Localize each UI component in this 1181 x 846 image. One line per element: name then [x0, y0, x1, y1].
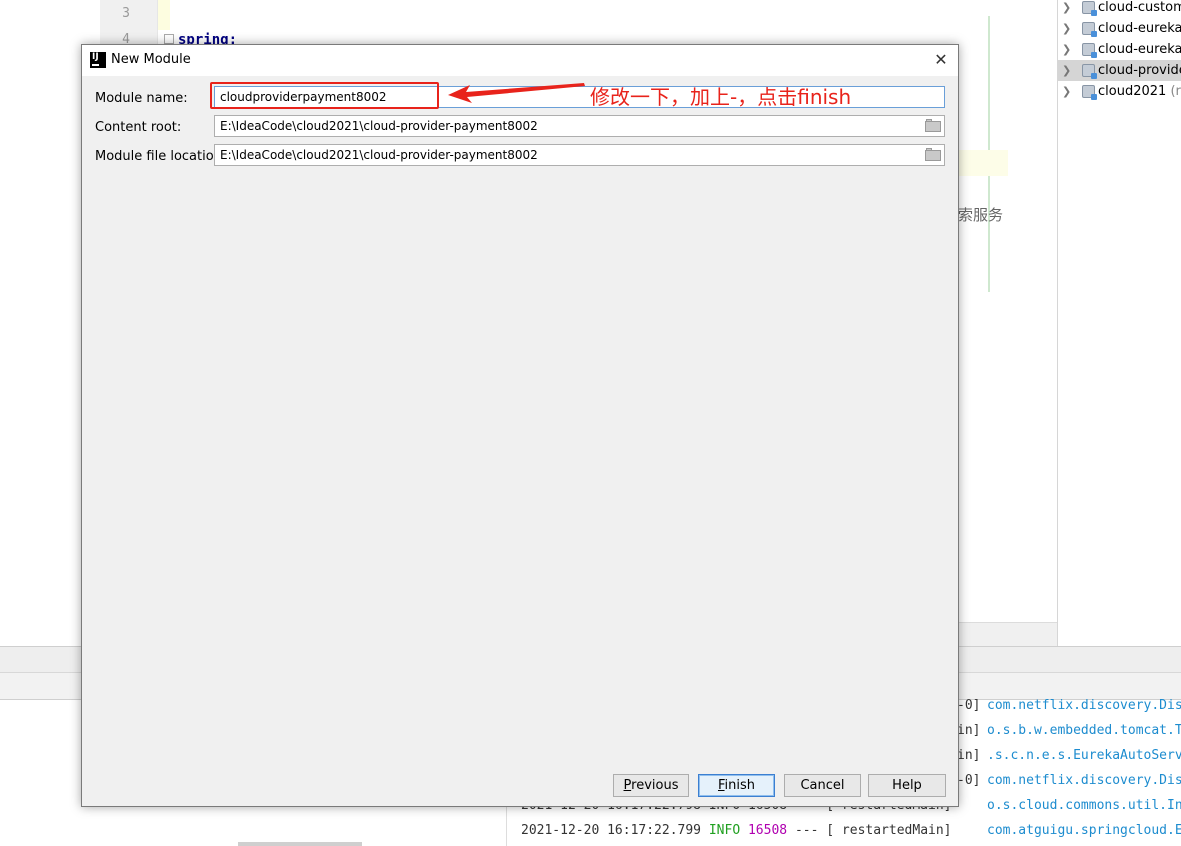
help-button[interactable]: Help	[868, 774, 946, 797]
tree-item-label: cloud-custome	[1098, 0, 1181, 15]
log-level: INFO	[708, 823, 741, 838]
browse-folder-icon[interactable]	[925, 148, 941, 161]
project-tree: ❯ cloud-custome ❯ cloud-eureka- ❯ cloud-…	[1058, 0, 1181, 646]
fold-icon[interactable]	[164, 34, 174, 44]
module-icon	[1082, 22, 1097, 37]
chevron-right-icon[interactable]: ❯	[1062, 18, 1074, 39]
module-file-location-input[interactable]	[214, 144, 945, 166]
annotation-highlight-box	[210, 82, 439, 109]
tree-item[interactable]: ❯ cloud2021 (roo	[1058, 81, 1181, 102]
log-class: com.netflix.discovery.Dis	[987, 698, 1181, 713]
log-thread: in]	[957, 748, 981, 763]
tree-item[interactable]: ❯ cloud-custome	[1058, 0, 1181, 18]
tree-item-selected[interactable]: ❯ cloud-provide	[1058, 60, 1181, 81]
tree-item[interactable]: ❯ cloud-eureka-	[1058, 18, 1181, 39]
mnemonic-char: P	[623, 778, 632, 793]
dialog-title: New Module	[111, 52, 191, 67]
log-date: 2021-12-20 16:17:22.799	[521, 823, 702, 838]
log-separator: --- [	[794, 823, 835, 838]
log-thread: -0]	[957, 698, 981, 713]
log-class: com.netflix.discovery.Dis	[987, 773, 1181, 788]
previous-button[interactable]: Previous	[613, 774, 689, 797]
browse-folder-icon[interactable]	[925, 119, 941, 132]
status-strip	[238, 842, 362, 846]
new-module-dialog: IJ New Module ✕ Module name: Content roo…	[81, 44, 959, 807]
module-icon	[1082, 43, 1097, 58]
log-thread: in]	[957, 723, 981, 738]
log-prefix: 2021-12-20 16:17:22.799 INFO 16508 --- […	[521, 818, 952, 843]
editor-snippet-text: 索服务	[958, 206, 1004, 224]
module-name-label: Module name:	[95, 91, 188, 106]
chevron-right-icon[interactable]: ❯	[1062, 0, 1074, 18]
intellij-app-icon: IJ	[90, 52, 106, 68]
tree-item-label: cloud2021 (roo	[1098, 84, 1181, 99]
log-class: .s.c.n.e.s.EurekaAutoServ	[987, 748, 1181, 763]
button-label: inish	[724, 778, 756, 793]
log-class: o.s.cloud.commons.util.In	[987, 798, 1181, 813]
annotation-text: 修改一下，加上-，点击finish	[590, 85, 852, 109]
log-thread: restartedMain]	[841, 823, 952, 838]
log-class: o.s.b.w.embedded.tomcat.T	[987, 723, 1181, 738]
module-icon	[1082, 85, 1097, 100]
button-label: revious	[631, 778, 679, 793]
module-icon	[1082, 1, 1097, 16]
tree-item-label: cloud-provide	[1098, 63, 1181, 78]
cancel-button[interactable]: Cancel	[784, 774, 861, 797]
module-icon	[1082, 64, 1097, 79]
dialog-titlebar[interactable]: IJ New Module ✕	[82, 45, 958, 76]
finish-button[interactable]: Finish	[698, 774, 775, 797]
log-class: com.atguigu.springcloud.E	[987, 823, 1181, 838]
caret-line-highlight	[958, 150, 1008, 176]
log-thread: -0]	[957, 773, 981, 788]
annotation-arrow-icon	[448, 83, 585, 103]
chevron-right-icon[interactable]: ❯	[1062, 39, 1074, 60]
tree-item[interactable]: ❯ cloud-eureka-	[1058, 39, 1181, 60]
close-icon[interactable]: ✕	[930, 49, 952, 71]
tree-item-label: cloud-eureka-	[1098, 42, 1181, 57]
content-root-input[interactable]	[214, 115, 945, 137]
content-root-label: Content root:	[95, 120, 182, 135]
module-file-location-label: Module file location:	[95, 149, 227, 164]
code-highlight-bar	[158, 0, 170, 30]
tree-item-label: cloud-eureka-	[1098, 21, 1181, 36]
chevron-right-icon[interactable]: ❯	[1062, 81, 1074, 102]
log-line: 2021-12-20 16:17:22.799 INFO 16508 --- […	[507, 818, 1181, 843]
editor-horizontal-scrollbar[interactable]	[958, 622, 1057, 646]
line-number: 3	[122, 6, 130, 21]
log-pid: 16508	[747, 823, 788, 838]
chevron-right-icon[interactable]: ❯	[1062, 60, 1074, 81]
